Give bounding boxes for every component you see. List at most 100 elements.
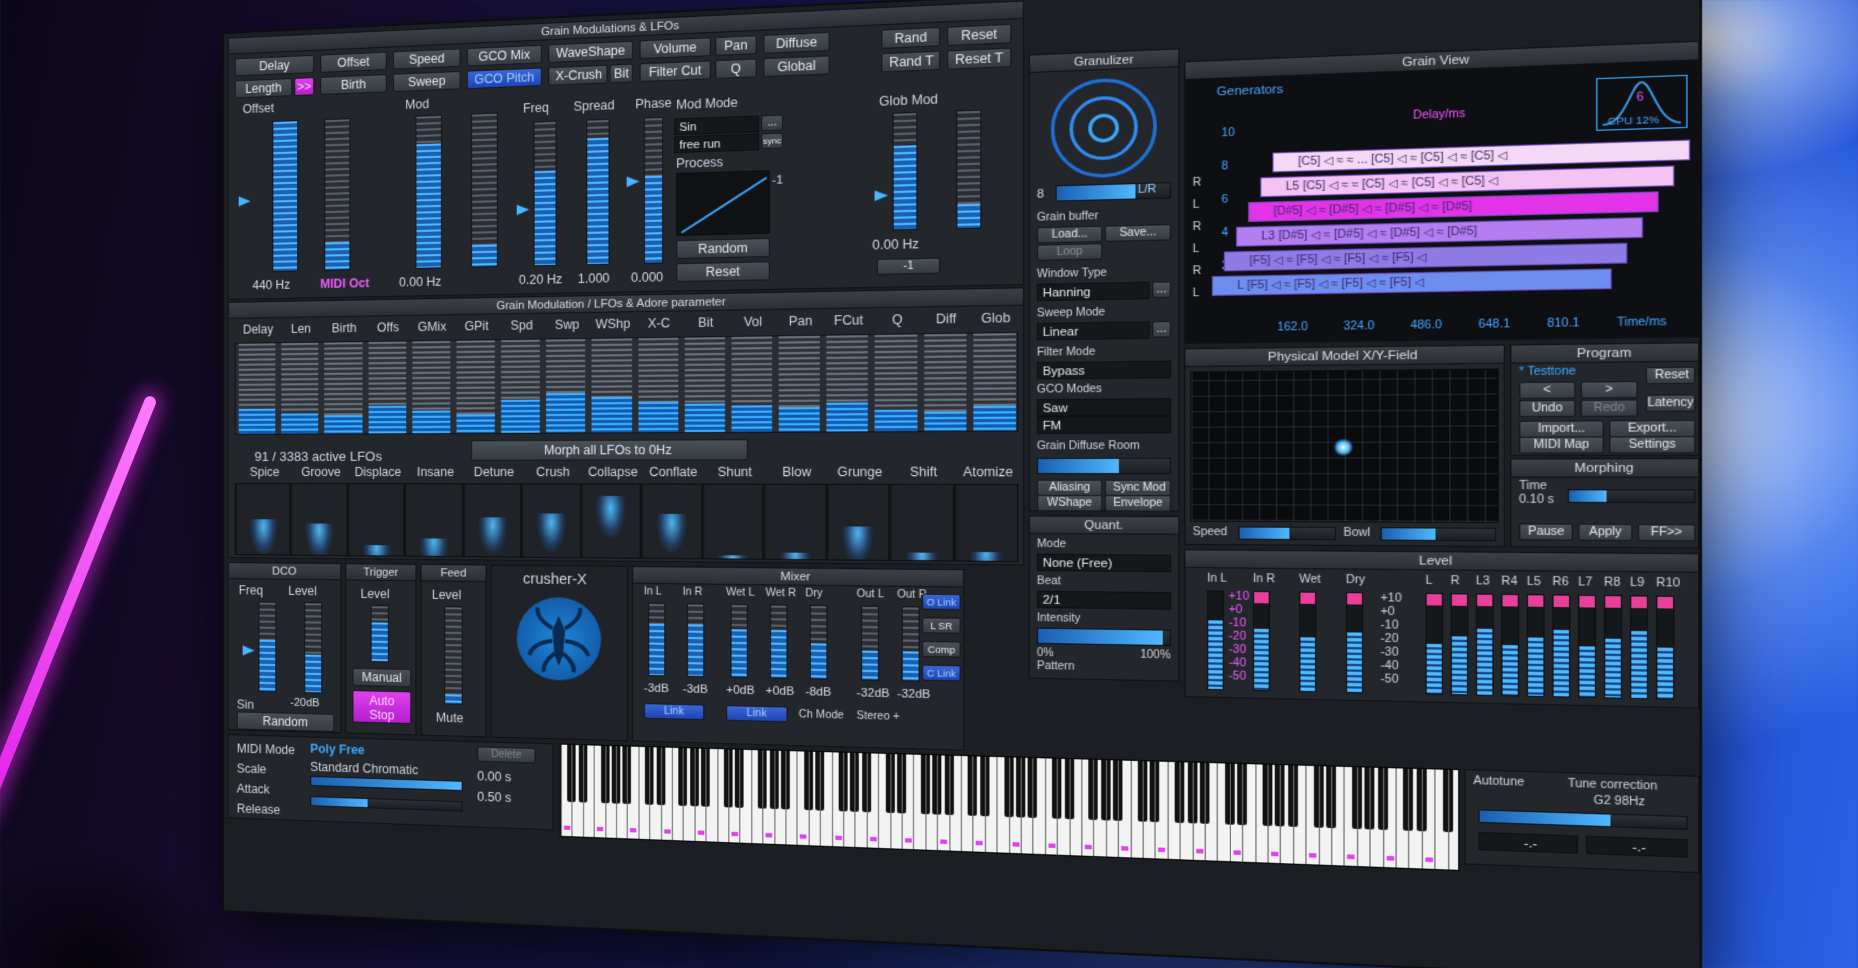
settings-button[interactable]: Settings [1609,436,1695,454]
mod-slider[interactable] [415,115,442,269]
lfo-level-bar[interactable] [827,335,869,431]
trigger-level-slider[interactable] [371,605,389,662]
rand-button[interactable]: Rand [881,27,940,49]
diffuse-button[interactable]: Diffuse [763,32,829,54]
adore-param-column[interactable] [236,484,290,555]
prev-program-button[interactable]: < [1519,381,1575,399]
mod-wave-menu-button[interactable]: ... [761,115,783,132]
adore-param-column[interactable] [890,485,952,561]
export-button[interactable]: Export... [1609,420,1695,438]
adore-param-column[interactable] [292,484,347,555]
lfo-level-bar[interactable] [281,343,318,434]
auto-stop-button[interactable]: Auto Stop [352,690,411,724]
sync-button[interactable]: sync [761,133,783,150]
pause-button[interactable]: Pause [1519,523,1573,540]
midi-oct-slider[interactable] [324,118,350,271]
envelope-button[interactable]: Envelope [1105,495,1171,512]
lfo-level-bar[interactable] [412,341,450,433]
generator-row[interactable]: L3 [D#5] ◁ ≈ [D#5] ◁ ≈ [D#5] ◁ ≈ [D#5] [1236,217,1643,247]
apply-button[interactable]: Apply [1578,524,1632,542]
import-button[interactable]: Import... [1519,420,1604,438]
window-type-field[interactable]: Hanning [1037,282,1150,302]
lfo-level-bar[interactable] [973,333,1016,431]
aliasing-button[interactable]: Aliasing [1037,480,1102,496]
beat-field[interactable]: 2/1 [1037,591,1171,610]
mixer-side-button[interactable]: L SR [922,617,961,634]
mixer-fader[interactable] [861,606,879,681]
attack-release-slider[interactable] [310,796,463,812]
gco-saw-field[interactable]: Saw [1037,398,1171,416]
scale-slider[interactable] [310,776,463,791]
diffuse-room-slider[interactable] [1037,458,1171,475]
save-button[interactable]: Save... [1105,224,1171,242]
lfo-level-bar[interactable] [592,338,632,432]
reset-button[interactable]: Reset [947,24,1011,46]
sweep-level-slider[interactable] [471,113,498,268]
load-button[interactable]: Load... [1037,226,1102,244]
undo-button[interactable]: Undo [1519,400,1575,417]
mixer-side-button[interactable]: Comp [922,641,961,658]
gco-fm-field[interactable]: FM [1037,416,1171,434]
gco-mix-button[interactable]: GCO Mix [467,45,542,67]
adore-param-column[interactable] [955,485,1018,561]
offset-handle[interactable] [239,196,251,206]
phase-handle[interactable] [627,176,640,187]
mixer-fader[interactable] [902,606,920,682]
sweep-mode-menu[interactable]: ... [1152,321,1171,338]
filter-mode-field[interactable]: Bypass [1037,361,1171,380]
offset-slider[interactable] [272,120,298,272]
intensity-slider[interactable] [1037,628,1171,647]
dco-level-slider[interactable] [304,602,322,693]
feed-level-slider[interactable] [444,606,463,705]
midi-mode-value[interactable]: Poly Free [310,742,364,758]
dco-random-button[interactable]: Random [237,711,335,732]
random-button[interactable]: Random [676,238,770,259]
generator-row[interactable]: L [F5] ◁ ≈ [F5] ◁ ≈ [F5] ◁ ≈ [F5] ◁ [1212,268,1612,296]
dco-freq-slider[interactable] [258,602,276,693]
dco-freq-handle[interactable] [243,645,255,655]
lfo-level-bar[interactable] [546,339,585,433]
glob-mod-slider-2[interactable] [956,110,981,230]
adore-param-column[interactable] [348,484,403,555]
mixer-fader[interactable] [687,603,704,677]
manual-button[interactable]: Manual [352,668,411,688]
piano-keyboard[interactable] [560,744,1460,871]
offset-button[interactable]: Offset [320,52,387,73]
adore-param-column[interactable] [765,485,825,560]
birth-button[interactable]: Birth [320,74,387,95]
adore-param-column[interactable] [827,485,888,560]
morph-time-slider[interactable] [1568,489,1696,503]
speed-button[interactable]: Speed [393,48,461,69]
mod-wave-field[interactable]: Sin [674,115,759,135]
lfo-level-bar[interactable] [325,342,362,434]
lfo-level-bar[interactable] [685,337,725,432]
volume-button[interactable]: Volume [640,37,711,59]
lfo-level-bar[interactable] [456,340,495,433]
quant-mode-field[interactable]: None (Free) [1037,554,1171,573]
adore-param-column[interactable] [642,485,701,559]
midi-map-button[interactable]: MIDI Map [1519,436,1604,453]
autotune-field-a[interactable]: -.- [1478,832,1578,854]
program-reset-button[interactable]: Reset [1646,367,1696,385]
lfo-level-bar[interactable] [875,334,917,431]
delete-button[interactable]: Delete [477,746,535,763]
mod-run-field[interactable]: free run [674,133,759,153]
lfo-level-bar[interactable] [638,338,678,433]
sweep-mode-field[interactable]: Linear [1037,321,1150,340]
rand-t-button[interactable]: Rand T [881,51,940,73]
mixer-fader[interactable] [810,605,828,680]
adore-param-column[interactable] [522,484,579,557]
sweep-button[interactable]: Sweep [393,71,461,92]
phase-slider[interactable] [644,117,663,264]
scale-value[interactable]: Standard Chromatic [310,760,418,778]
waveshape-button[interactable]: WaveShape [548,41,633,63]
mixer-fader[interactable] [770,604,788,679]
freq-slider[interactable] [533,121,556,267]
lfo-level-bar[interactable] [368,341,406,433]
xy-pad[interactable] [1190,368,1498,523]
glob-mod-min-button[interactable]: -1 [877,258,940,275]
spread-slider[interactable] [586,119,609,265]
window-type-menu[interactable]: ... [1152,281,1171,298]
glob-mod-handle[interactable] [875,190,889,201]
mixer-fader[interactable] [648,603,665,677]
